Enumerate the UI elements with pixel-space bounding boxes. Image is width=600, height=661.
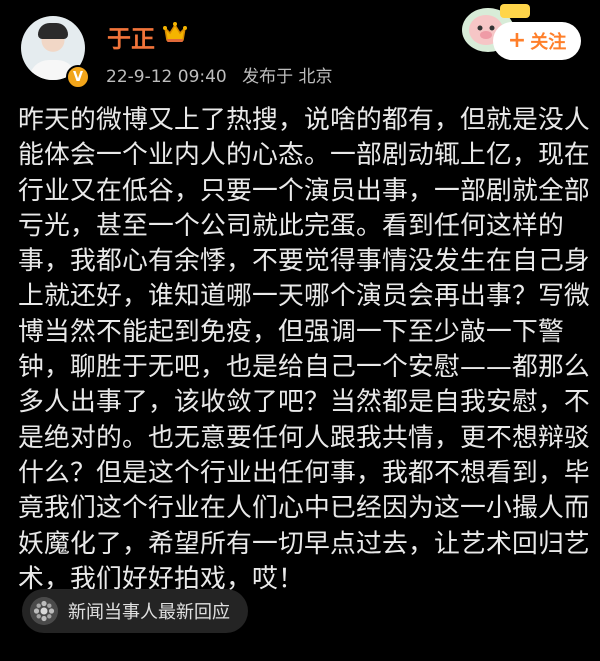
post-text-line: 妖魔化了，希望所有一切早点过去，让艺术回归艺 (18, 528, 590, 559)
post-text-line: 是绝对的。也无意要任何人跟我共情，更不想辩驳 (18, 422, 590, 453)
follow-button[interactable]: + 关注 (493, 22, 581, 60)
post-text-line: 能体会一个业内人的心态。一部剧动辄上亿，现在 (18, 140, 590, 171)
post-text-line: 多人出事了，该收敛了吧？当然都是自我安慰，不 (18, 387, 590, 418)
topic-badge-icon (30, 597, 58, 625)
post-text-line: 上就还好，谁知道哪一天哪个演员会再出事？写微 (18, 281, 590, 312)
post-text-line: 博当然不能起到免疫，但强调一下至少敲一下警 (18, 316, 564, 347)
post-text-line: 什么？但是这个行业出任何事，我都不想看到，毕 (18, 457, 590, 488)
post-text-line: 昨天的微博又上了热搜，说啥的都有，但就是没人 (18, 105, 590, 135)
post-header: V 于正 22-9-12 09:40 发布于 北京 + 关注 (0, 0, 600, 100)
topic-chip[interactable]: 新闻当事人最新回应 (22, 589, 248, 633)
follow-label: 关注 (530, 32, 567, 53)
post-text-line: 亏光，甚至一个公司就此完蛋。看到任何这样的 (18, 210, 564, 241)
plus-icon: + (507, 28, 527, 53)
location: 发布于 北京 (242, 67, 333, 87)
timestamp: 22-9-12 09:40 (106, 67, 227, 87)
crown-icon (163, 22, 187, 42)
avatar[interactable]: V (21, 16, 90, 89)
verified-badge-icon: V (66, 65, 90, 89)
username[interactable]: 于正 (107, 19, 155, 54)
topic-label: 新闻当事人最新回应 (68, 602, 230, 623)
post-meta: 22-9-12 09:40 发布于 北京 (106, 62, 333, 87)
post-text-line: 事，我都心有余悸，不要觉得事情没发生在自己身 (18, 246, 590, 277)
post-text-line: 钟，聊胜于无吧，也是给自己一个安慰——都那么 (18, 352, 590, 383)
post-body: 昨天的微博又上了热搜，说啥的都有，但就是没人 能体会一个业内人的心态。一部剧动辄… (18, 103, 590, 597)
post-text-line: 行业又在低谷，只要一个演员出事，一部剧就全部 (18, 175, 590, 206)
post-text-line: 竟我们这个行业在人们心中已经因为这一小撮人而 (18, 493, 590, 524)
